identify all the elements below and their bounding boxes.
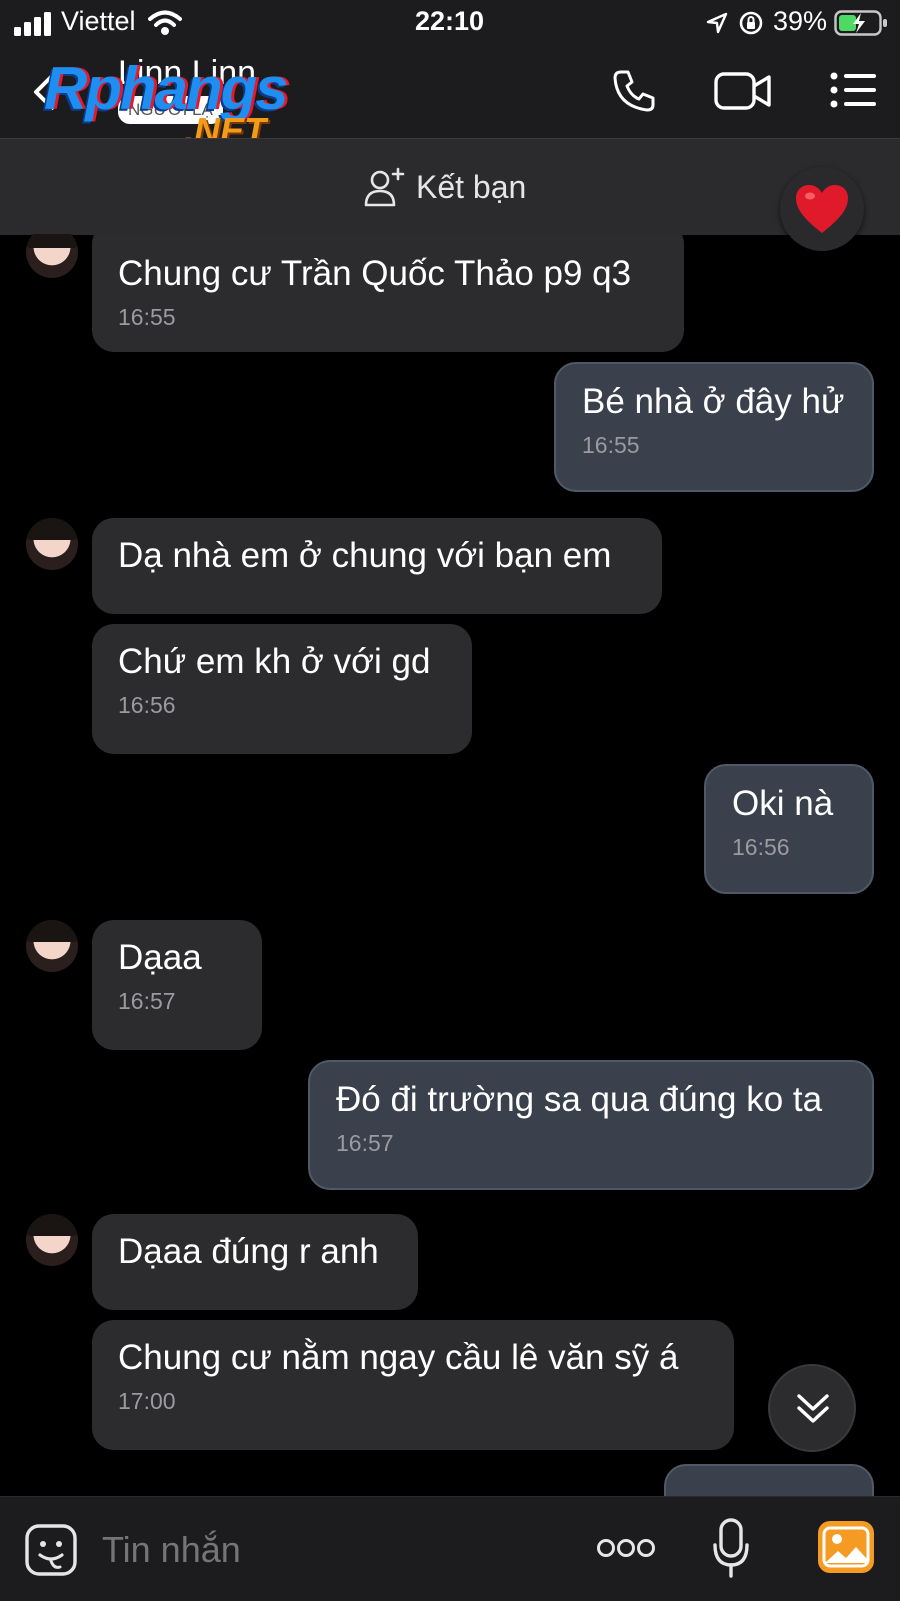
message-bubble-outgoing[interactable]: Bé nhà ở đây hử 16:55: [554, 362, 874, 492]
menu-list-icon[interactable]: [830, 72, 876, 108]
phone-icon[interactable]: [611, 68, 657, 114]
message-text: Chung cư Trần Quốc Thảo p9 q3: [118, 254, 632, 293]
contact-avatar[interactable]: [26, 1214, 78, 1266]
chat-header: Linn Linn NGƯỜI LẠ Rphangs .NET: [0, 48, 900, 151]
message-bubble-incoming[interactable]: Chung cư nằm ngay cầu lê văn sỹ á 17:00: [92, 1320, 734, 1450]
video-call-icon[interactable]: [714, 70, 772, 112]
contact-avatar[interactable]: [26, 518, 78, 570]
message-input[interactable]: [100, 1523, 564, 1577]
message-text: Oki nà: [732, 784, 834, 823]
message-bubble-incoming[interactable]: Chung cư Trần Quốc Thảo p9 q3 16:55: [92, 234, 684, 352]
double-chevron-down-icon: [797, 1394, 829, 1423]
message-bubble-incoming[interactable]: Dạaa 16:57: [92, 920, 262, 1050]
more-icon[interactable]: [596, 1535, 656, 1561]
message-text: Dạaa: [118, 938, 202, 977]
sticker-icon[interactable]: [24, 1523, 78, 1577]
message-text: Bé nhà ở đây hử: [582, 382, 845, 421]
image-icon[interactable]: [818, 1521, 874, 1573]
carrier-label: Viettel: [61, 6, 136, 36]
battery-percent: 39%: [773, 6, 828, 36]
battery-charging-icon: [834, 10, 887, 36]
message-bubble-outgoing-partial[interactable]: [664, 1464, 874, 1496]
message-text: Chung cư nằm ngay cầu lê văn sỹ á: [118, 1338, 679, 1377]
wifi-icon: [148, 10, 182, 35]
message-list[interactable]: Chung cư Trần Quốc Thảo p9 q3 16:55 Bé n…: [0, 234, 900, 1496]
status-bar: Viettel 22:10 39%: [0, 0, 900, 48]
message-bubble-outgoing[interactable]: Oki nà 16:56: [704, 764, 874, 894]
message-text: Dạaa đúng r anh: [118, 1232, 379, 1271]
message-time: 17:00: [118, 1388, 176, 1414]
clock: 22:10: [415, 6, 485, 36]
rotation-lock-icon: [739, 11, 763, 35]
add-friend-icon: [364, 167, 405, 207]
scroll-to-bottom-button[interactable]: [768, 1364, 856, 1452]
message-bubble-incoming[interactable]: Dạaa đúng r anh: [92, 1214, 418, 1310]
message-time: 16:56: [732, 834, 790, 860]
message-time: 16:56: [118, 692, 176, 718]
message-time: 16:55: [582, 432, 640, 458]
message-time: 16:57: [118, 988, 176, 1014]
message-text: Chứ em kh ở với gd: [118, 642, 431, 681]
message-bubble-outgoing[interactable]: Đó đi trường sa qua đúng ko ta 16:57: [308, 1060, 874, 1190]
heart-icon: [796, 185, 848, 233]
add-friend-bar: Kết bạn: [0, 138, 900, 251]
contact-avatar[interactable]: [26, 234, 78, 278]
message-text: Dạ nhà em ở chung với bạn em: [118, 536, 612, 575]
message-text: Đó đi trường sa qua đúng ko ta: [336, 1080, 823, 1119]
signal-icon: [14, 12, 51, 36]
contact-avatar[interactable]: [26, 920, 78, 972]
message-bubble-incoming[interactable]: Chứ em kh ở với gd 16:56: [92, 624, 472, 754]
microphone-icon[interactable]: [712, 1517, 750, 1579]
message-time: 16:55: [118, 304, 176, 330]
add-friend-label: Kết bạn: [416, 168, 527, 205]
message-bubble-incoming[interactable]: Dạ nhà em ở chung với bạn em: [92, 518, 662, 614]
add-friend-button[interactable]: Kết bạn: [364, 163, 526, 211]
location-icon: [706, 12, 728, 34]
message-time: 16:57: [336, 1130, 394, 1156]
message-input-bar: [0, 1496, 900, 1601]
